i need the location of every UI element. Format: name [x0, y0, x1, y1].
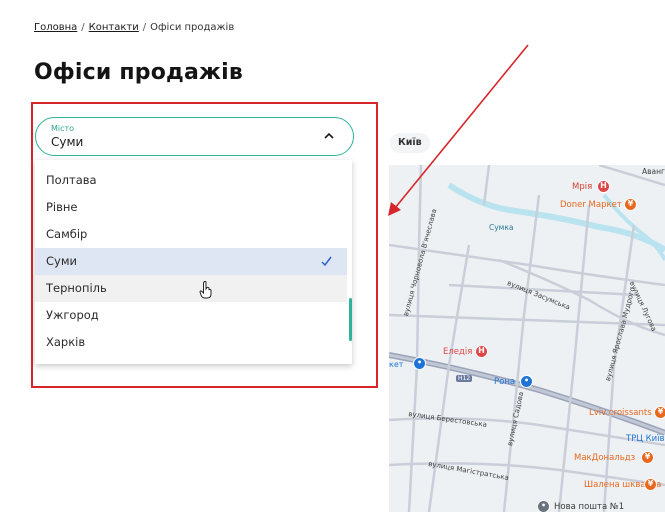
post-office-pin-icon[interactable]: • — [537, 500, 550, 512]
breadcrumb-separator: / — [142, 22, 147, 33]
restaurant-pin-icon[interactable]: ¥ — [641, 451, 654, 464]
chevron-up-icon — [324, 132, 334, 139]
city-option-sumy[interactable]: Суми — [35, 248, 347, 275]
city-select[interactable]: Місто Суми — [35, 117, 354, 156]
city-option-sambir[interactable]: Самбір — [35, 221, 347, 248]
map-city-chip[interactable]: Київ — [390, 133, 430, 153]
city-option-ternopil[interactable]: Тернопіль — [35, 275, 347, 302]
hospital-pin-icon[interactable]: H — [475, 345, 488, 358]
hotel-pin-icon[interactable]: H — [597, 180, 610, 193]
breadcrumb-home-link[interactable]: Головна — [34, 22, 77, 33]
city-option-poltava[interactable]: Полтава — [35, 167, 347, 194]
shopping-cart-pin-icon[interactable]: • — [413, 357, 426, 370]
page-title: Офіси продажів — [34, 60, 244, 85]
map-poi-rona[interactable]: Рона — [494, 377, 515, 387]
map-label-road-h12: H12 — [456, 375, 473, 382]
map-poi-eledia[interactable]: Еледія — [443, 347, 472, 357]
page: Головна / Контакти / Офіси продажів Офіс… — [0, 0, 665, 512]
restaurant-pin-icon[interactable]: ¥ — [644, 478, 657, 491]
city-select-label: Місто — [51, 124, 75, 133]
restaurant-pin-icon[interactable]: ¥ — [624, 198, 637, 211]
breadcrumb-separator: / — [81, 22, 85, 33]
map-label-market-cut: кет — [389, 360, 404, 369]
map-poi-lviv-croissants[interactable]: Lviv croissants — [589, 408, 652, 418]
map-label-river: Сумка — [489, 223, 514, 232]
hand-cursor-icon — [199, 281, 212, 299]
breadcrumb: Головна / Контакти / Офіси продажів — [34, 22, 234, 33]
breadcrumb-current: Офіси продажів — [150, 22, 235, 33]
checkmark-icon — [321, 256, 332, 267]
map-label-avanhard: Авангард — [642, 167, 665, 176]
city-select-value: Суми — [51, 135, 84, 149]
map-poi-mriia[interactable]: Мрія — [572, 182, 592, 192]
map-poi-nova-poshta[interactable]: Нова пошта №1 — [554, 502, 624, 512]
dropdown-scrollbar[interactable] — [349, 298, 352, 341]
city-option-uzhhorod[interactable]: Ужгород — [35, 302, 347, 329]
map-poi-doner[interactable]: Doner Маркет — [560, 200, 622, 210]
breadcrumb-contacts-link[interactable]: Контакти — [89, 22, 139, 33]
map-view[interactable]: Авангард Сумка вулиця Чорновола В'ячесла… — [389, 165, 665, 512]
city-option-kharkiv[interactable]: Харків — [35, 329, 347, 356]
city-dropdown-list[interactable]: Полтава Рівне Самбір Суми Тернопіль Ужго… — [35, 160, 352, 364]
restaurant-pin-icon[interactable]: ¥ — [654, 406, 665, 419]
city-option-rivne[interactable]: Рівне — [35, 194, 347, 221]
map-poi-trc-kyiv[interactable]: ТРЦ Київ — [626, 434, 665, 444]
shopping-bag-pin-icon[interactable]: • — [520, 375, 533, 388]
map-poi-mcdonalds[interactable]: МакДональдз — [574, 453, 635, 463]
